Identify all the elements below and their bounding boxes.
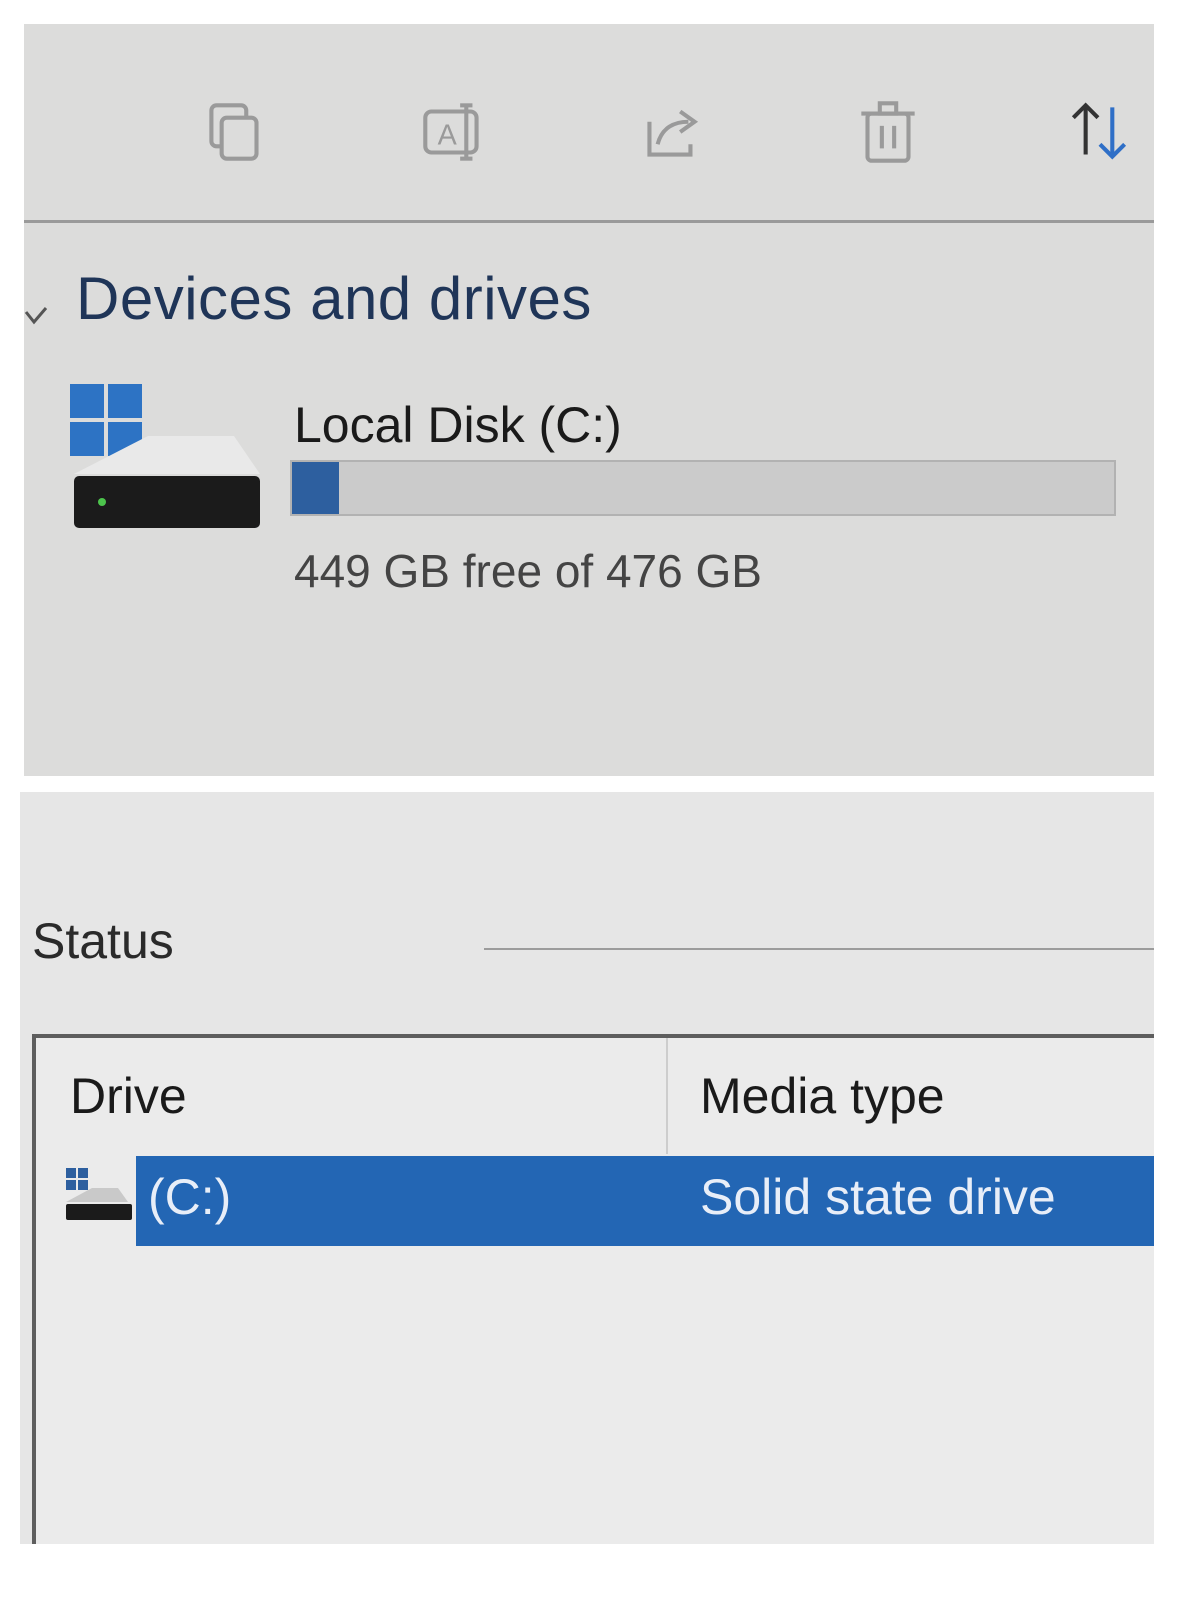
svg-text:A: A	[438, 119, 458, 151]
sort-icon	[1071, 102, 1127, 160]
usage-bar-fill	[292, 462, 339, 514]
hard-drive-icon	[70, 384, 260, 528]
drive-tile-c[interactable]: Local Disk (C:) 449 GB free of 476 GB	[64, 378, 1144, 618]
usage-bar	[290, 460, 1116, 516]
rename-button[interactable]: A	[408, 86, 500, 178]
share-icon	[647, 109, 699, 157]
sort-button[interactable]	[1054, 86, 1146, 178]
delete-icon	[861, 101, 915, 163]
drive-name: Local Disk (C:)	[294, 397, 622, 453]
toolbar-divider	[24, 220, 1154, 223]
column-header-drive[interactable]: Drive	[36, 1038, 668, 1154]
share-button[interactable]	[626, 86, 718, 178]
drive-icon	[66, 1168, 132, 1220]
optimize-drives-panel: Status Drive Media type (C:) Solid state…	[20, 792, 1154, 1544]
status-divider	[484, 948, 1154, 950]
drive-list[interactable]: Drive Media type (C:) Solid state drive	[32, 1034, 1154, 1544]
table-row[interactable]: (C:) Solid state drive	[36, 1156, 1154, 1246]
copy-button[interactable]	[190, 86, 282, 178]
rename-icon: A	[423, 103, 479, 161]
drive-free-space: 449 GB free of 476 GB	[294, 545, 762, 597]
chevron-down-icon[interactable]	[24, 300, 60, 336]
copy-icon	[209, 103, 259, 161]
cell-media-type: Solid state drive	[700, 1169, 1056, 1225]
column-header-media-type[interactable]: Media type	[668, 1038, 1154, 1154]
cell-drive: (C:)	[148, 1169, 232, 1225]
status-label: Status	[32, 913, 174, 969]
delete-button[interactable]	[842, 86, 934, 178]
devices-section-title[interactable]: Devices and drives	[76, 264, 592, 333]
file-explorer-panel: A Devices and drives Local Disk (C:) 449…	[24, 24, 1154, 776]
